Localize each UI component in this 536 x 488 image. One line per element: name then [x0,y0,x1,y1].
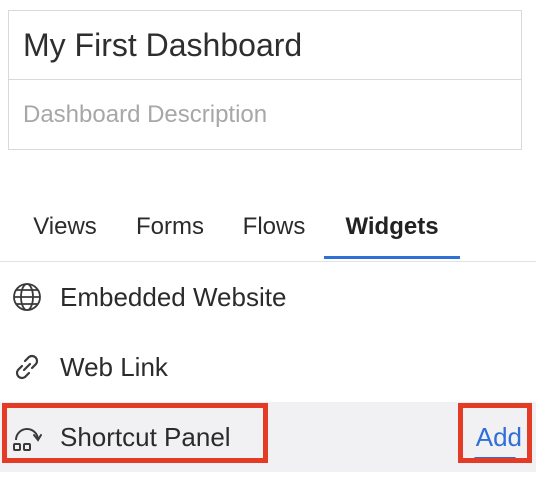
tab-widgets-label: Widgets [345,213,439,240]
widget-item-label: Embedded Website [60,281,287,312]
dashboard-description-input[interactable]: Dashboard Description [8,80,522,150]
widget-tabs: Views Forms Flows Widgets [0,205,536,261]
tab-flows-label: Flows [242,213,306,240]
tab-flows[interactable]: Flows [224,205,324,261]
globe-icon [10,280,44,314]
dashboard-title-input[interactable]: My First Dashboard [8,10,522,80]
dashboard-description-placeholder: Dashboard Description [23,100,268,128]
tab-active-underline [324,256,460,259]
tab-views-label: Views [33,213,97,240]
highlight-shortcut-panel [2,403,268,463]
dashboard-editor: My First Dashboard Dashboard Description… [0,0,536,488]
highlight-add-link [458,403,532,463]
tab-forms[interactable]: Forms [116,205,224,261]
widget-item-embedded-website[interactable]: Embedded Website [0,262,536,332]
widget-item-label: Web Link [60,351,168,382]
tab-widgets[interactable]: Widgets [324,205,460,261]
tab-forms-label: Forms [136,213,204,240]
dashboard-title-text: My First Dashboard [23,26,303,63]
tab-views[interactable]: Views [14,205,116,261]
widget-item-web-link[interactable]: Web Link [0,332,536,402]
link-icon [10,350,44,384]
